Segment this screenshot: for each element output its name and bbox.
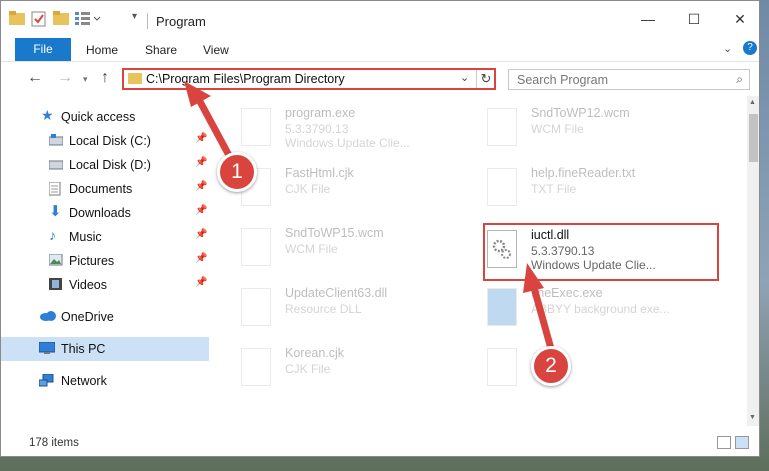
annotation-arrows xyxy=(184,81,557,357)
callout-step-2: 2 xyxy=(531,346,571,386)
explorer-window: ▾ Program — ☐ ✕ File Home Share View ⌄ ?… xyxy=(0,0,760,457)
callout-step-1: 1 xyxy=(217,152,257,192)
